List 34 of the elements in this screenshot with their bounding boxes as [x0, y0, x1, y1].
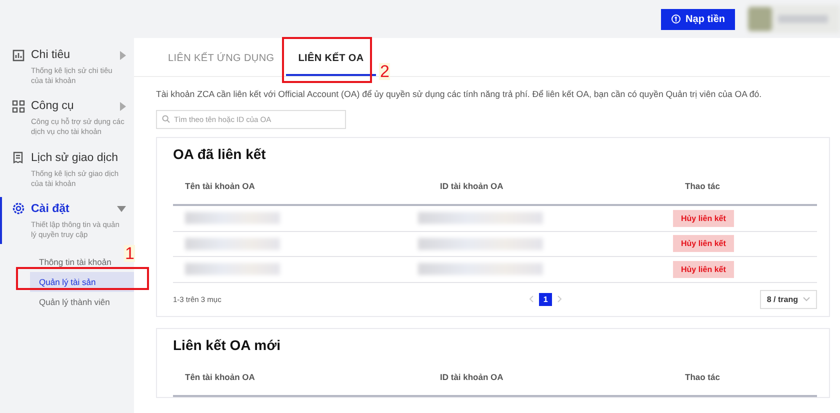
column-header: Tên tài khoản OA	[184, 372, 256, 382]
submenu-item[interactable]: Quản lý tài sản	[30, 272, 134, 292]
receipt-icon	[12, 151, 25, 164]
settings-icon	[12, 202, 25, 216]
search-icon	[162, 114, 170, 122]
sidebar-item-title: Lịch sử giao dịch	[31, 152, 119, 164]
column-header: ID tài khoản OA	[439, 372, 504, 382]
caret-icon	[117, 206, 126, 212]
page-button[interactable]: 1	[539, 292, 552, 306]
column-header: ID tài khoản OA	[439, 181, 504, 191]
step-number: 2	[379, 63, 390, 80]
next-page-icon[interactable]	[557, 295, 562, 303]
previous-page-icon[interactable]	[529, 295, 534, 303]
column-header: Tên tài khoản OA	[184, 181, 256, 191]
caret-icon	[120, 50, 126, 60]
sidebar-item-title: Công cụ	[31, 100, 75, 112]
section-title: Liên kết OA mới	[173, 336, 282, 352]
submenu-item[interactable]: Thông tin tài khoản	[39, 252, 112, 272]
report-icon	[12, 48, 25, 62]
section-title: OA đã liên kết	[173, 146, 267, 162]
coin-icon	[670, 14, 681, 24]
column-header: Thao tác	[684, 181, 721, 191]
top-up-button[interactable]: Nạp tiền	[660, 8, 735, 30]
description-text: Tài khoản ZCA cần liên kết với Official Account (OA) để ủy quyền sử dụng các tính năng trả phí. Để liên kết OA, bạn cần có quyền Quản trị viên của OA đó.	[156, 89, 763, 99]
sidebar-item-title: Cài đặt	[31, 202, 70, 215]
caret-icon	[120, 102, 126, 111]
sidebar-item-title: Chi tiêu	[31, 49, 71, 61]
submenu-item[interactable]: Quản lý thành viên	[39, 292, 110, 312]
grid-icon	[12, 100, 25, 113]
page-size-select[interactable]: 8 / trang	[760, 290, 817, 308]
tab[interactable]: LIÊN KẾT ỨNG DỤNG	[156, 53, 286, 76]
chevron-down-icon	[802, 296, 810, 302]
column-header: Thao tác	[684, 372, 721, 382]
step-number: 1	[124, 245, 136, 262]
